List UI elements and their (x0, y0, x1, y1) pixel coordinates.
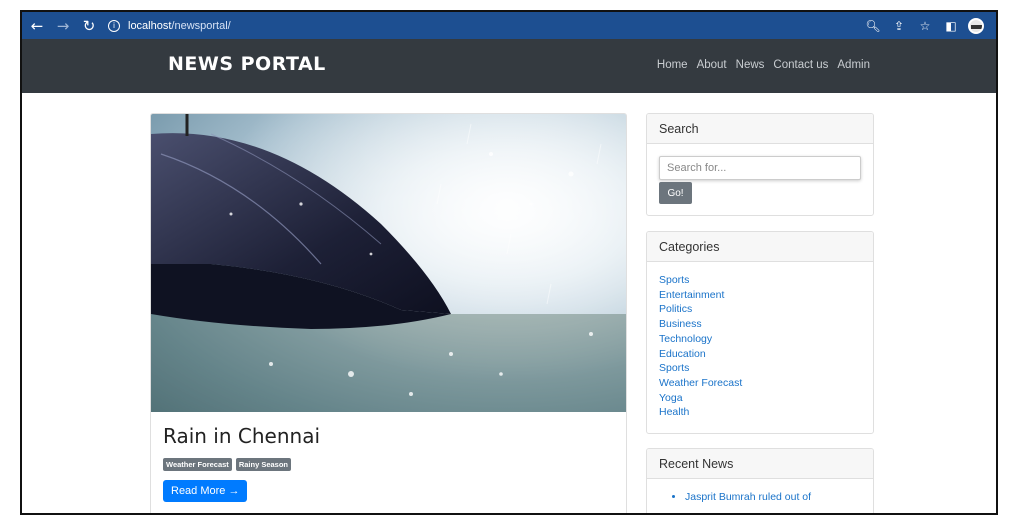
site-navbar: NEWS PORTAL Home About News Contact us A… (22, 39, 996, 93)
umbrella-rain-illustration (151, 114, 626, 412)
profile-avatar[interactable] (968, 17, 984, 34)
category-link[interactable]: Entertainment (659, 288, 861, 303)
nav-news[interactable]: News (736, 59, 765, 71)
category-link[interactable]: Business (659, 317, 861, 332)
post-title: Rain in Chennai (163, 424, 321, 448)
category-link[interactable]: Sports (659, 273, 861, 288)
search-input[interactable] (659, 156, 861, 180)
browser-window: ← → ↻ i localhost/newsportal/ 🔍︎ ⇪ ☆ ◧ N… (20, 10, 998, 515)
category-link[interactable]: Yoga (659, 391, 861, 406)
tag-badge[interactable]: Rainy Season (235, 458, 291, 471)
reload-icon[interactable]: ↻ (78, 15, 100, 37)
nav-links: Home About News Contact us Admin (657, 59, 870, 71)
site-info-icon[interactable]: i (108, 19, 120, 32)
address-bar[interactable]: i localhost/newsportal/ (108, 16, 231, 36)
categories-list: Sports Entertainment Politics Business T… (659, 273, 861, 420)
back-arrow-icon[interactable]: ← (26, 15, 48, 37)
zoom-icon[interactable]: 🔍︎ (864, 19, 882, 33)
category-link[interactable]: Education (659, 347, 861, 362)
read-more-button[interactable]: Read More → (163, 480, 248, 502)
recent-news-list: Jasprit Bumrah ruled out of (659, 490, 861, 505)
side-panel-icon[interactable]: ◧ (942, 19, 960, 33)
recent-news-heading: Recent News (647, 449, 873, 479)
categories-heading: Categories (647, 232, 873, 262)
search-go-button[interactable]: Go! (659, 182, 692, 204)
category-link[interactable]: Sports (659, 361, 861, 376)
categories-widget: Categories Sports Entertainment Politics… (646, 231, 874, 434)
search-widget: Search Go! (646, 113, 874, 216)
site-brand-logo[interactable]: NEWS PORTAL (168, 53, 326, 75)
category-link[interactable]: Politics (659, 302, 861, 317)
category-link[interactable]: Technology (659, 332, 861, 347)
browser-toolbar: ← → ↻ i localhost/newsportal/ 🔍︎ ⇪ ☆ ◧ (22, 12, 996, 39)
tag-badge[interactable]: Weather Forecast (163, 458, 232, 471)
post-tags: Weather Forecast Rainy Season (163, 458, 614, 471)
url-host: localhost (128, 19, 172, 32)
category-link[interactable]: Weather Forecast (659, 376, 861, 391)
bookmark-star-icon[interactable]: ☆ (916, 19, 934, 33)
nav-about[interactable]: About (697, 59, 727, 71)
url-path: /newsportal/ (171, 19, 231, 32)
recent-news-widget: Recent News Jasprit Bumrah ruled out of (646, 448, 874, 513)
nav-admin[interactable]: Admin (837, 59, 870, 71)
forward-arrow-icon[interactable]: → (52, 15, 74, 37)
share-icon[interactable]: ⇪ (890, 19, 908, 33)
recent-news-link[interactable]: Jasprit Bumrah ruled out of (685, 490, 861, 505)
category-link[interactable]: Health (659, 405, 861, 420)
nav-home[interactable]: Home (657, 59, 688, 71)
nav-contact[interactable]: Contact us (773, 59, 828, 71)
search-widget-heading: Search (647, 114, 873, 144)
post-image (151, 114, 626, 412)
post-card: Rain in Chennai Weather Forecast Rainy S… (150, 113, 627, 513)
